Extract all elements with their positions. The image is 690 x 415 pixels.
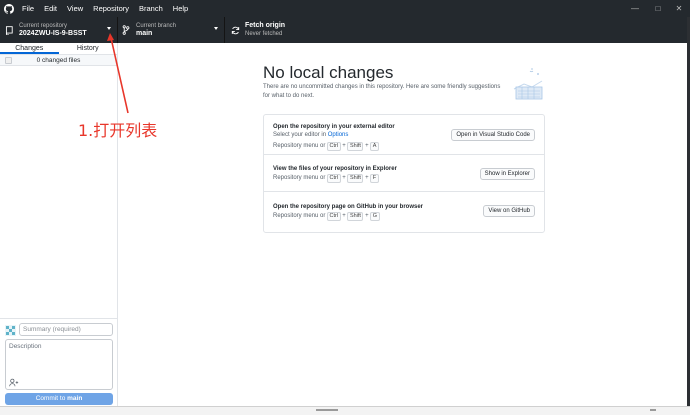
avatar (5, 325, 16, 336)
summary-input[interactable] (19, 323, 113, 336)
description-input[interactable] (6, 340, 112, 378)
commit-button[interactable]: Commit to main (5, 393, 113, 405)
key: Ctrl (327, 212, 341, 221)
suggestion-shortcut: Repository menu or Ctrl + Shift + A (273, 142, 379, 151)
menu-bar: File Edit View Repository Branch Help — … (0, 0, 690, 17)
branch-name: main (136, 30, 153, 37)
sidebar-tabs: Changes History (0, 43, 117, 55)
taskbar-indicator (316, 409, 338, 411)
page-subtitle: There are no uncommitted changes in this… (263, 84, 501, 99)
suggestion-title: View the files of your repository in Exp… (273, 166, 397, 172)
suggestion-shortcut: Repository menu or Ctrl + Shift + G (273, 212, 380, 221)
suggestion-title: Open the repository in your external edi… (273, 124, 395, 130)
suggestion-shortcut: Repository menu or Ctrl + Shift + F (273, 174, 379, 183)
taskbar-strip (0, 406, 690, 415)
repository-name: 2024ZWU-IS-9-BSST (19, 30, 87, 37)
suggestion-view-github: Open the repository page on GitHub in yo… (264, 192, 544, 232)
fetch-status: Never fetched (245, 31, 283, 37)
sidebar: Changes History 0 changed files Commit t… (0, 43, 118, 406)
menu-text: Repository menu or (273, 213, 326, 219)
commit-area: Commit to main (0, 318, 117, 406)
tab-changes[interactable]: Changes (0, 43, 59, 54)
tab-history[interactable]: History (59, 43, 118, 54)
suggestion-editor-line: Select your editor in Options (273, 132, 348, 138)
key: Ctrl (327, 142, 341, 151)
options-link[interactable]: Options (328, 132, 349, 138)
current-repository-dropdown[interactable]: Current repository 2024ZWU-IS-9-BSST (0, 17, 117, 43)
main-panel: No local changes There are no uncommitte… (118, 43, 690, 406)
show-in-explorer-button[interactable]: Show in Explorer (479, 168, 535, 180)
repository-icon (4, 25, 14, 35)
sync-icon (230, 25, 240, 35)
commit-button-prefix: Commit to (35, 395, 68, 402)
suggestion-open-editor: Open the repository in your external edi… (264, 115, 544, 155)
changed-files-header: 0 changed files (0, 55, 117, 66)
key: F (370, 174, 379, 183)
key: Ctrl (327, 174, 341, 183)
taskbar-indicator (650, 409, 656, 411)
page-title: No local changes (263, 63, 394, 82)
open-in-editor-button[interactable]: Open in Visual Studio Code (451, 129, 535, 141)
current-branch-dropdown[interactable]: Current branch main (118, 17, 224, 43)
select-all-checkbox[interactable] (5, 56, 12, 64)
fetch-origin-button[interactable]: Fetch origin Never fetched (225, 17, 335, 43)
description-box (5, 339, 113, 390)
key: G (370, 212, 380, 221)
changed-files-count: 0 changed files (36, 56, 81, 64)
menu-text: Repository menu or (273, 175, 326, 181)
menu-branch[interactable]: Branch (139, 4, 163, 13)
fetch-title: Fetch origin (245, 21, 286, 29)
menu-view[interactable]: View (67, 4, 83, 13)
menu-file[interactable]: File (22, 4, 34, 13)
toolbar: Current repository 2024ZWU-IS-9-BSST Cur… (0, 17, 690, 43)
menu-edit[interactable]: Edit (44, 4, 57, 13)
menu-repository[interactable]: Repository (93, 4, 129, 13)
minimize-button[interactable]: — (623, 0, 647, 17)
menu-help[interactable]: Help (173, 4, 188, 13)
chevron-down-icon (214, 27, 218, 30)
annotation-label: 1.打开列表 (78, 121, 158, 140)
suggestion-title: Open the repository page on GitHub in yo… (273, 204, 424, 210)
suggestion-show-explorer: View the files of your repository in Exp… (264, 155, 544, 192)
empty-state-illustration (508, 65, 546, 101)
key: Shift (347, 174, 364, 183)
repository-label: Current repository (19, 22, 68, 29)
view-on-github-button[interactable]: View on GitHub (483, 205, 535, 217)
key: Shift (347, 142, 364, 151)
editor-line-prefix: Select your editor in (273, 132, 328, 138)
commit-button-branch: main (67, 395, 83, 402)
person-add-icon[interactable] (9, 378, 19, 387)
key: A (370, 142, 379, 151)
branch-label: Current branch (136, 22, 177, 29)
chevron-down-icon (107, 27, 111, 30)
github-icon (3, 3, 15, 15)
menu-text: Repository menu or (273, 143, 326, 149)
suggestions-card: Open the repository in your external edi… (263, 114, 545, 233)
key: Shift (347, 212, 364, 221)
git-branch-icon (121, 25, 131, 35)
close-button[interactable]: ✕ (667, 0, 690, 17)
